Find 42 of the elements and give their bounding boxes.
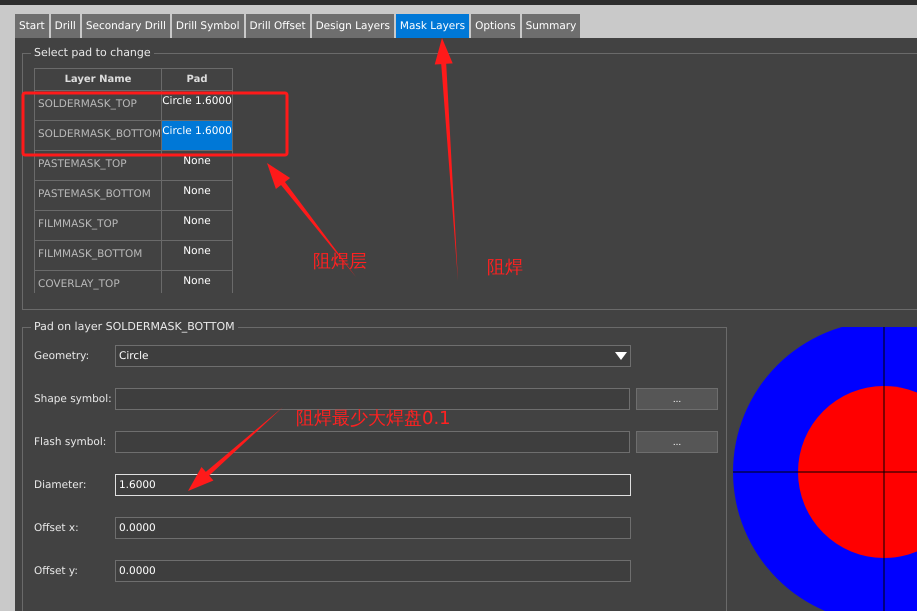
table-cell[interactable]: PASTEMASK_TOP: [35, 151, 162, 181]
table-cell[interactable]: SOLDERMASK_TOP: [35, 91, 162, 121]
dropdown[interactable]: Circle: [115, 345, 631, 367]
input-field[interactable]: 0.0000: [115, 517, 631, 539]
input-field[interactable]: [114, 431, 630, 453]
annotation-text: 阻焊最少大焊盘0.1: [296, 407, 451, 430]
table-cell[interactable]: FILMMASK_TOP: [35, 211, 162, 241]
table-cell[interactable]: PASTEMASK_BOTTOM: [35, 181, 162, 211]
input-field[interactable]: 1.6000: [115, 474, 631, 496]
table-cell[interactable]: None: [162, 241, 233, 271]
field-label: Offset x:: [34, 522, 80, 534]
field-label: Geometry:: [34, 350, 90, 362]
field-label: Diameter:: [34, 479, 88, 491]
tab[interactable]: Summary: [522, 14, 580, 38]
tab[interactable]: Drill: [50, 14, 80, 38]
group-title: Pad on layer SOLDERMASK_BOTTOM: [31, 320, 238, 333]
table-cell[interactable]: FILMMASK_BOTTOM: [35, 241, 162, 271]
table-cell[interactable]: None: [162, 151, 233, 181]
tab[interactable]: Options: [471, 14, 520, 38]
tab[interactable]: Mask Layers: [396, 14, 470, 38]
group-title: Select pad to change: [31, 46, 154, 59]
input-field[interactable]: 0.0000: [115, 560, 631, 582]
dropdown-arrow-icon: [615, 352, 627, 360]
table-cell[interactable]: None: [162, 271, 233, 293]
tab[interactable]: Start: [15, 14, 49, 38]
browse-button[interactable]: ...: [636, 431, 718, 453]
column-header: Layer Name: [35, 69, 162, 91]
table-cell[interactable]: None: [162, 181, 233, 211]
field-label: Flash symbol:: [34, 436, 108, 448]
field-label: Shape symbol:: [34, 393, 113, 405]
field-label: Offset y:: [34, 565, 79, 577]
table-cell[interactable]: Circle 1.6000: [162, 121, 233, 151]
tab[interactable]: Secondary Drill: [82, 14, 170, 38]
column-header: Pad: [162, 69, 233, 91]
tab[interactable]: Drill Symbol: [172, 14, 244, 38]
tab[interactable]: Drill Offset: [246, 14, 310, 38]
browse-button[interactable]: ...: [636, 388, 718, 410]
table-cell[interactable]: COVERLAY_TOP: [35, 271, 162, 293]
annotation-text: 阻焊: [487, 256, 523, 279]
tab[interactable]: Design Layers: [312, 14, 394, 38]
table-cell[interactable]: None: [162, 211, 233, 241]
input-field[interactable]: [114, 388, 630, 410]
